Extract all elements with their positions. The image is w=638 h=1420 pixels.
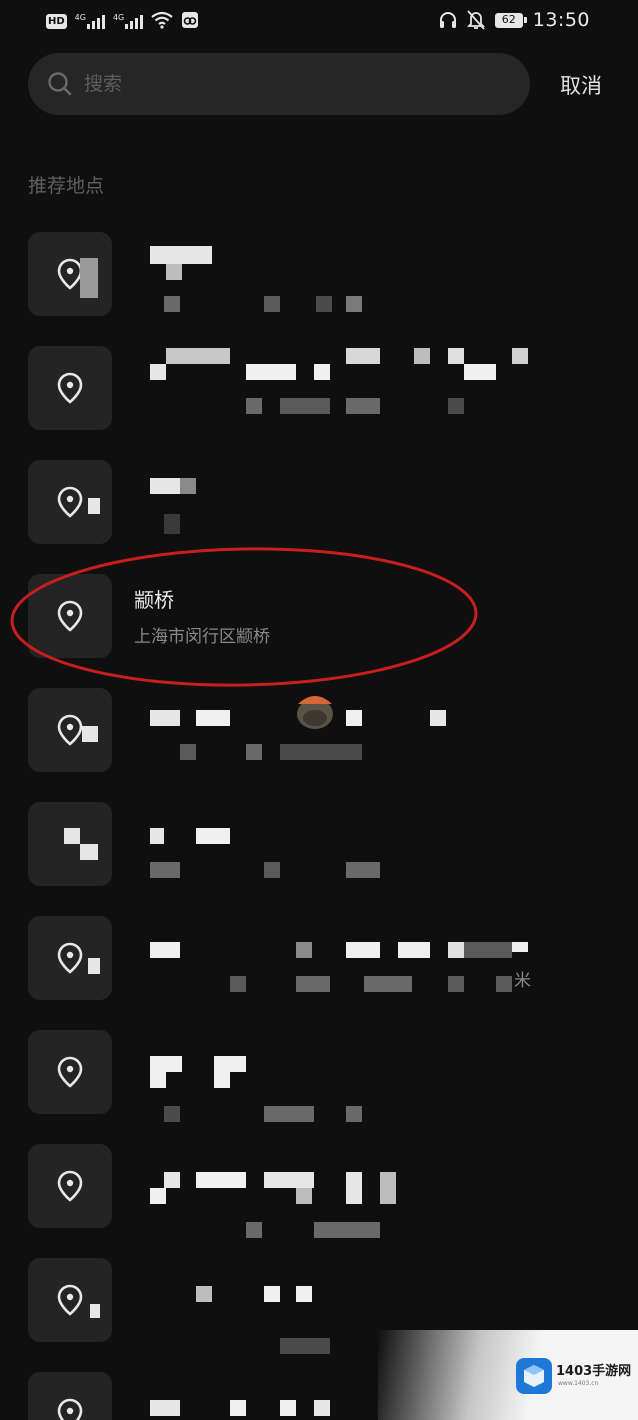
place-icon-box xyxy=(28,916,112,1000)
search-icon xyxy=(48,72,72,96)
hd-icon: HD xyxy=(46,14,67,29)
status-right: 62 13:50 xyxy=(439,8,590,32)
location-pin-icon xyxy=(57,372,83,404)
bell-off-icon xyxy=(466,10,485,30)
location-pin-icon xyxy=(57,714,83,746)
place-item[interactable] xyxy=(0,228,638,342)
place-address: 上海市闵行区颛桥 xyxy=(134,627,270,647)
place-icon-box xyxy=(28,1372,112,1420)
place-icon-box xyxy=(28,1030,112,1114)
place-item[interactable] xyxy=(0,456,638,570)
wifi-icon xyxy=(151,11,173,29)
place-icon-box xyxy=(28,346,112,430)
place-item[interactable] xyxy=(0,342,638,456)
location-pin-icon xyxy=(57,486,83,518)
place-icon-box xyxy=(28,1144,112,1228)
sim1-signal: 4G xyxy=(75,13,105,29)
place-icon-box xyxy=(28,460,112,544)
signal-icon xyxy=(125,13,144,29)
sim2-network-label: 4G xyxy=(112,13,125,22)
status-time: 13:50 xyxy=(532,9,590,31)
signal-icon xyxy=(86,13,105,29)
location-pin-icon xyxy=(57,600,83,632)
location-pin-icon xyxy=(57,1056,83,1088)
screen: HD 4G 4G 62 13:50 搜索 取消 推荐地点 颛桥 上海市闵行区颛桥… xyxy=(0,0,638,1420)
search-bar[interactable] xyxy=(28,53,530,115)
search-input[interactable] xyxy=(82,72,506,96)
place-address: 米 xyxy=(514,971,531,991)
location-pin-icon xyxy=(57,1284,83,1316)
location-pin-icon xyxy=(57,1170,83,1202)
sim1-network-label: 4G xyxy=(74,13,86,22)
status-bar: HD 4G 4G 62 13:50 xyxy=(0,0,638,40)
mascot-icon xyxy=(297,696,333,729)
place-icon-box xyxy=(28,574,112,658)
watermark-text: 1403手游网 xyxy=(556,1364,632,1379)
watermark-subtext: www.1403.cn xyxy=(558,1380,599,1387)
cancel-button[interactable]: 取消 xyxy=(560,70,602,100)
battery-icon: 62 xyxy=(494,12,527,28)
sim2-signal: 4G xyxy=(112,13,144,29)
place-item[interactable]: 米 xyxy=(0,912,638,1026)
link-icon xyxy=(182,12,199,28)
watermark-logo-icon xyxy=(516,1358,552,1394)
place-item[interactable] xyxy=(0,798,638,912)
place-item[interactable] xyxy=(0,1140,638,1254)
location-pin-icon xyxy=(57,942,83,974)
place-item[interactable] xyxy=(0,1026,638,1140)
place-icon-box xyxy=(28,1258,112,1342)
place-item-highlighted[interactable]: 颛桥 上海市闵行区颛桥 xyxy=(0,570,638,684)
place-icon-box xyxy=(28,688,112,772)
place-icon-box xyxy=(28,232,112,316)
watermark: 1403手游网 www.1403.cn xyxy=(378,1330,638,1420)
location-pin-icon xyxy=(57,1398,83,1420)
place-icon-box xyxy=(28,802,112,886)
headset-icon xyxy=(439,12,456,28)
location-pin-icon xyxy=(57,258,83,290)
status-left: HD 4G 4G xyxy=(46,9,199,29)
place-name: 颛桥 xyxy=(134,588,174,612)
section-title: 推荐地点 xyxy=(28,175,105,197)
place-list: 颛桥 上海市闵行区颛桥 米 xyxy=(0,228,638,1420)
